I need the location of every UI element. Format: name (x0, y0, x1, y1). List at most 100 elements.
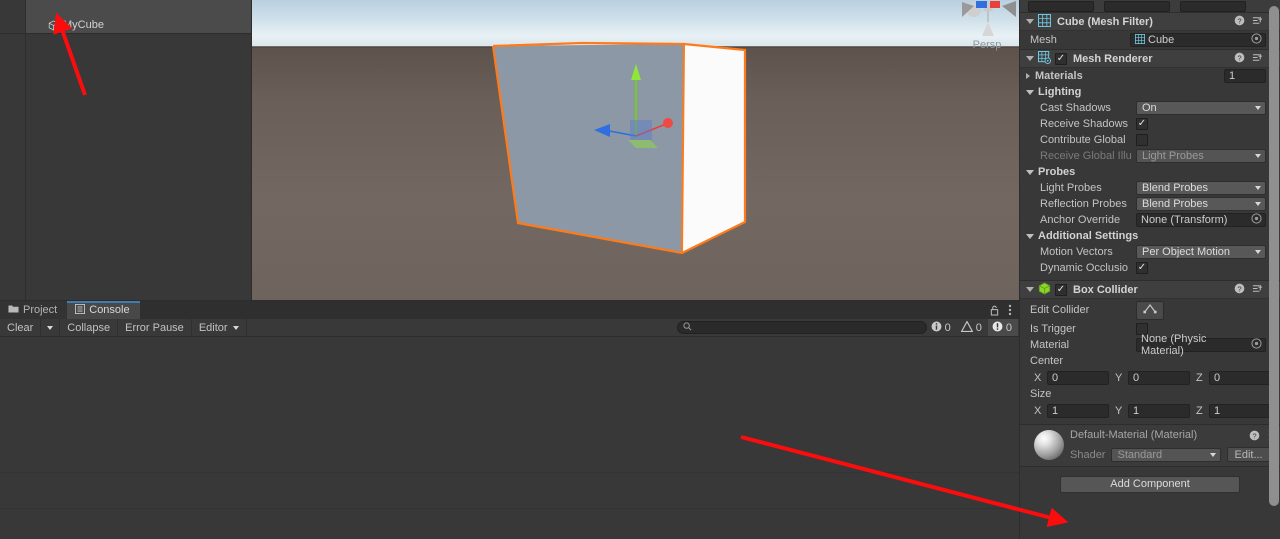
transform-field-x[interactable] (1028, 0, 1094, 12)
foldout-icon[interactable] (1026, 89, 1034, 95)
search-input[interactable] (676, 321, 927, 334)
shader-row[interactable]: Shader Standard Edit... (1070, 447, 1270, 462)
lock-icon[interactable] (990, 305, 999, 319)
clear-dropdown-button[interactable] (41, 319, 61, 336)
move-gizmo[interactable] (582, 58, 692, 158)
inspector-scrollbar-thumb[interactable] (1269, 6, 1279, 506)
foldout-icon[interactable] (1026, 73, 1030, 79)
foldout-icon[interactable] (1026, 56, 1034, 61)
preset-icon[interactable] (1252, 283, 1263, 297)
info-counter[interactable]: 0 (927, 319, 957, 336)
shader-edit-button[interactable]: Edit... (1227, 447, 1270, 462)
hierarchy-panel[interactable]: MyCube (0, 0, 252, 301)
contribute-global-row[interactable]: Contribute Global (1020, 132, 1280, 148)
contribute-global-checkbox[interactable] (1136, 134, 1148, 146)
receive-shadows-checkbox[interactable]: ✓ (1136, 118, 1148, 130)
console-search-area[interactable]: 0 0 0 (676, 319, 1020, 336)
light-probes-row[interactable]: Light Probes Blend Probes (1020, 180, 1280, 196)
editor-dropdown[interactable]: Editor (192, 319, 247, 336)
add-component-zone: Add Component (1020, 466, 1280, 501)
hierarchy-tree[interactable]: MyCube (26, 17, 252, 301)
error-counter[interactable]: 0 (987, 319, 1018, 336)
object-picker-icon[interactable] (1251, 213, 1262, 227)
center-y-field[interactable]: 0 (1128, 370, 1190, 385)
motion-vectors-row[interactable]: Motion Vectors Per Object Motion (1020, 244, 1280, 260)
tab-project[interactable]: Project (0, 301, 68, 319)
materials-row[interactable]: Materials 1 (1020, 68, 1280, 84)
kebab-menu-icon[interactable] (1008, 304, 1012, 319)
console-panel-actions[interactable] (990, 304, 1020, 319)
physic-material-row[interactable]: Material None (Physic Material) (1020, 333, 1280, 357)
material-preview-block[interactable]: Default-Material (Material) ? Shader Sta… (1020, 424, 1280, 466)
probes-section-header[interactable]: Probes (1020, 164, 1280, 180)
inspector-panel[interactable]: Cube (Mesh Filter) ? Mesh Cube ✓ Mesh Re… (1020, 0, 1280, 539)
folder-icon (8, 304, 19, 317)
hierarchy-item-mycube[interactable]: MyCube (26, 17, 252, 33)
edit-collider-button[interactable] (1136, 300, 1164, 320)
help-icon[interactable]: ? (1234, 52, 1245, 66)
mesh-field-row[interactable]: Mesh Cube (1020, 31, 1280, 49)
physic-material-field[interactable]: None (Physic Material) (1136, 333, 1266, 357)
dynamic-occlusion-checkbox[interactable]: ✓ (1136, 262, 1148, 274)
receive-shadows-row[interactable]: Receive Shadows ✓ (1020, 116, 1280, 132)
cast-shadows-dropdown[interactable]: On (1136, 101, 1266, 115)
center-x-field[interactable]: 0 (1047, 370, 1109, 385)
size-axis-row[interactable]: X 1 Y 1 Z 1 (1020, 402, 1280, 419)
foldout-icon[interactable] (1026, 19, 1034, 24)
preset-icon[interactable] (1252, 52, 1263, 66)
cast-shadows-row[interactable]: Cast Shadows On (1020, 100, 1280, 116)
mesh-field-value[interactable]: Cube (1130, 33, 1266, 47)
object-picker-icon[interactable] (1251, 33, 1262, 47)
add-component-button[interactable]: Add Component (1060, 475, 1240, 493)
anchor-override-row[interactable]: Anchor Override None (Transform) (1020, 212, 1280, 228)
svg-text:?: ? (1237, 16, 1241, 25)
edit-collider-row[interactable]: Edit Collider (1020, 299, 1280, 321)
chevron-down-icon (1255, 186, 1261, 190)
error-pause-toggle[interactable]: Error Pause (118, 319, 192, 336)
additional-settings-header[interactable]: Additional Settings (1020, 228, 1280, 244)
help-icon[interactable]: ? (1234, 15, 1245, 29)
foldout-icon[interactable] (1026, 233, 1034, 239)
center-axis-row[interactable]: X 0 Y 0 Z 0 (1020, 369, 1280, 386)
center-z-field[interactable]: 0 (1209, 370, 1271, 385)
motion-vectors-dropdown[interactable]: Per Object Motion (1136, 245, 1266, 259)
help-icon[interactable]: ? (1249, 430, 1260, 444)
transform-field-y[interactable] (1104, 0, 1170, 12)
size-x-field[interactable]: 1 (1047, 403, 1109, 418)
size-z-field[interactable]: 1 (1209, 403, 1271, 418)
warning-counter[interactable]: 0 (957, 319, 988, 336)
reflection-probes-dropdown[interactable]: Blend Probes (1136, 197, 1266, 211)
tab-console[interactable]: Console (67, 301, 140, 319)
console-tabbar[interactable]: Project Console (0, 301, 1020, 319)
scene-view[interactable]: Persp (252, 0, 1020, 301)
transform-field-z[interactable] (1180, 0, 1246, 12)
projection-mode-label[interactable]: Persp (952, 39, 1020, 51)
transform-row-clipped[interactable] (1020, 0, 1280, 12)
object-picker-icon[interactable] (1251, 338, 1262, 352)
lighting-section-header[interactable]: Lighting (1020, 84, 1280, 100)
console-log-list[interactable] (0, 337, 1020, 539)
mesh-renderer-title: Mesh Renderer (1073, 52, 1153, 65)
collapse-toggle[interactable]: Collapse (60, 319, 119, 336)
light-probes-dropdown[interactable]: Blend Probes (1136, 181, 1266, 195)
foldout-icon[interactable] (1026, 287, 1034, 292)
materials-count-field[interactable]: 1 (1224, 69, 1266, 83)
preset-icon[interactable] (1252, 15, 1263, 29)
reflection-probes-row[interactable]: Reflection Probes Blend Probes (1020, 196, 1280, 212)
mesh-renderer-enabled-checkbox[interactable]: ✓ (1055, 52, 1067, 65)
foldout-icon[interactable] (1026, 169, 1034, 175)
console-panel[interactable]: Project Console Clear Collapse Error Pau… (0, 301, 1020, 539)
shader-dropdown[interactable]: Standard (1111, 447, 1222, 462)
size-y-field[interactable]: 1 (1128, 403, 1190, 418)
mesh-renderer-header[interactable]: ✓ Mesh Renderer ? (1020, 49, 1280, 68)
anchor-override-field[interactable]: None (Transform) (1136, 213, 1266, 227)
clear-button[interactable]: Clear (0, 319, 42, 336)
box-collider-header[interactable]: ✓ Box Collider ? (1020, 280, 1280, 299)
mesh-filter-header[interactable]: Cube (Mesh Filter) ? (1020, 12, 1280, 31)
help-icon[interactable]: ? (1234, 283, 1245, 297)
inspector-scrollbar[interactable] (1268, 6, 1280, 522)
console-toolbar[interactable]: Clear Collapse Error Pause Editor 0 0 0 (0, 319, 1020, 337)
box-collider-enabled-checkbox[interactable]: ✓ (1055, 283, 1067, 296)
reflection-probes-label: Reflection Probes (1040, 198, 1127, 210)
dynamic-occlusion-row[interactable]: Dynamic Occlusio ✓ (1020, 260, 1280, 276)
